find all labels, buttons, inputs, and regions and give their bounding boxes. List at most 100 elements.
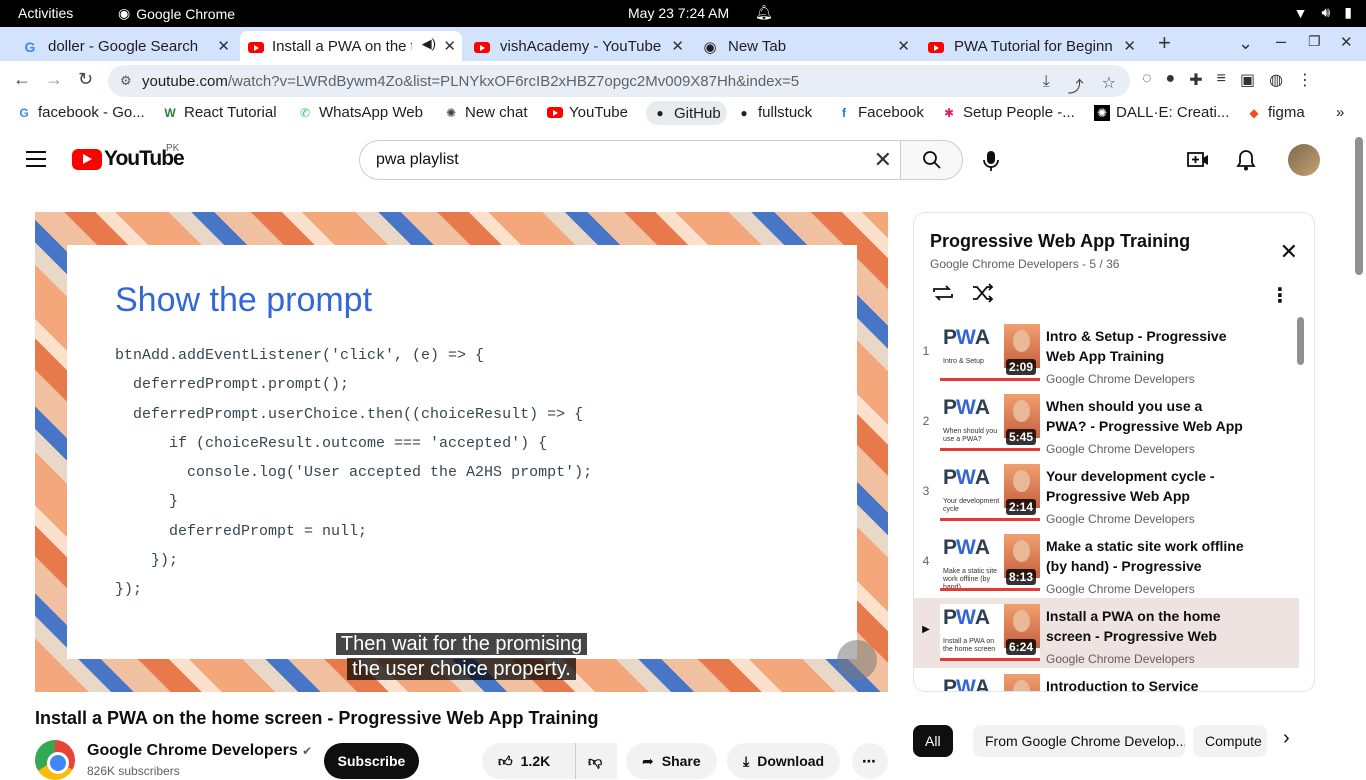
back-icon[interactable]: ← [13,69,31,90]
scrollbar-thumb[interactable] [1355,137,1363,275]
bookmark-label: fullstuck [758,104,813,121]
hamburger-menu-icon[interactable] [26,151,46,167]
bookmark-star-icon[interactable]: ☆ [1102,73,1116,97]
side-panel-icon[interactable]: ▣ [1240,70,1255,90]
bookmark-setup-people[interactable]: ✱ Setup People -... [941,104,1075,121]
item-channel: Google Chrome Developers [1046,652,1195,666]
item-title: Install a PWA on the home screen - Progr… [1046,608,1221,644]
loop-playlist-icon[interactable] [931,283,955,303]
tab-new-tab[interactable]: ◉ New Tab ✕ [702,31,916,61]
menu-icon[interactable]: ⋮ [1297,70,1313,90]
shuffle-icon[interactable] [971,283,995,303]
bookmark-new-chat[interactable]: ✺ New chat [443,104,528,121]
item-index: 4 [922,554,930,568]
filter-chips: All From Google Chrome Develop... Comput… [913,725,1313,757]
volume-icon: 🔊︎ [1321,4,1331,20]
clock[interactable]: May 23 7:24 AM [628,5,729,21]
bookmark-fullstuck[interactable]: ● fullstuck [736,104,812,121]
playlist-item[interactable]: 2 PWA When should you use a PWA? 5:45 When… [914,388,1299,458]
thumbnail-caption: Intro & Setup [943,358,984,365]
channel-avatar[interactable] [35,740,75,780]
playlist-more-icon[interactable]: ⋮ [1270,283,1290,308]
puzzle-extensions-icon[interactable]: ✚ [1189,70,1202,90]
close-playlist-icon[interactable]: ✕ [1280,239,1298,265]
chip-from-channel[interactable]: From Google Chrome Develop... [973,725,1185,757]
close-tab-icon[interactable]: ✕ [897,37,910,55]
tab-search-icon[interactable]: ⌄ [1238,33,1253,54]
item-index: 2 [922,414,930,428]
duration-badge: 5:45 [1005,429,1036,445]
address-bar[interactable]: ⚙ youtube.com/watch?v=LWRdBywm4Zo&list=P… [108,65,1130,97]
bookmark-whatsapp[interactable]: ✆ WhatsApp Web [297,104,423,121]
bookmark-react-tutorial[interactable]: W React Tutorial [162,104,276,121]
close-tab-icon[interactable]: ✕ [1123,37,1136,55]
code-line: btnAdd.addEventListener('click', (e) => … [115,347,485,364]
chip-computers[interactable]: Compute [1193,725,1267,757]
dislike-button[interactable]: 👎︎ [575,743,617,779]
tab-vishacademy[interactable]: vishAcademy - YouTube ✕ [474,31,690,61]
playlist-title[interactable]: Progressive Web App Training [930,231,1190,252]
bookmark-github[interactable]: ● GitHub [646,101,727,125]
bookmark-youtube[interactable]: YouTube [547,104,628,121]
subscribe-button[interactable]: Subscribe [324,743,419,779]
bookmark-figma[interactable]: ◆ figma [1246,104,1304,121]
search-button[interactable] [900,140,963,180]
create-video-icon[interactable] [1186,149,1210,171]
search-input[interactable]: pwa playlist ✕ [359,140,901,180]
more-bookmarks-icon[interactable]: » [1336,104,1344,121]
profile-icon[interactable]: ◍ [1269,70,1283,90]
playlist-item[interactable]: 4 PWA Make a static site work offline (by… [914,528,1299,598]
system-tray[interactable]: ▼ 🔊︎ ▮ [1294,4,1352,21]
audio-playing-icon[interactable]: ◀) [422,36,436,52]
app-menu[interactable]: ◉ Google Chrome [118,5,235,22]
extension-icon[interactable]: ● [1166,70,1176,90]
tab-title: Install a PWA on the t [272,37,412,55]
new-tab-icon[interactable]: + [1158,30,1171,56]
chip-all[interactable]: All [913,725,953,757]
bookmark-dalle[interactable]: ✺ DALL·E: Creati... [1094,104,1229,121]
channel-name[interactable]: Google Chrome Developers ✔ [87,742,312,760]
microphone-icon[interactable] [978,147,1004,173]
video-player[interactable]: Show the prompt btnAdd.addEventListener(… [35,212,888,692]
close-tab-icon[interactable]: ✕ [671,37,684,55]
playlist-item[interactable]: 3 PWA Your development cycle 2:14 Your dev… [914,458,1299,528]
share-icon[interactable]: ⤴ [1068,73,1084,97]
tab-install-pwa[interactable]: Install a PWA on the t ◀) ✕ [240,31,462,61]
install-app-icon[interactable]: ⤓ [1043,73,1050,97]
share-button[interactable]: ➦ Share [626,743,717,779]
download-button[interactable]: ⤓ Download [727,743,841,779]
caption-line: Then wait for the promising [335,633,588,655]
restore-icon[interactable]: ❐ [1308,33,1321,50]
clear-search-icon[interactable]: ✕ [874,147,892,173]
account-avatar[interactable] [1288,144,1320,176]
playlist-item[interactable]: 1 PWA Intro & Setup 2:09 Intro & Setup - P… [914,318,1299,388]
slide-title: Show the prompt [115,281,373,319]
playlist-item-current[interactable]: ▶ PWA Install a PWA on the home screen 6:2… [914,598,1299,668]
tab-pwa-tutorial[interactable]: PWA Tutorial for Beginn ✕ [928,31,1142,61]
video-caption: Then wait for the promising the user cho… [35,632,888,682]
page-scrollbar[interactable] [1352,127,1366,768]
notifications-bell-icon[interactable] [1236,149,1256,171]
bookmark-facebook[interactable]: f Facebook [836,104,924,121]
minimize-icon[interactable]: – [1276,31,1286,52]
more-actions-button[interactable]: ⋯ [852,743,888,779]
tab-google-search[interactable]: G doller - Google Search ✕ [22,31,236,61]
youtube-icon [474,39,490,55]
reload-icon[interactable]: ↻ [78,69,93,90]
close-tab-icon[interactable]: ✕ [217,37,230,55]
activities-button[interactable]: Activities [18,5,73,21]
site-info-icon[interactable]: ⚙ [120,73,132,89]
forward-icon[interactable]: → [45,69,63,90]
item-channel: Google Chrome Developers [1046,582,1195,596]
country-code: PK [166,143,180,154]
bookmark-label: YouTube [569,104,628,121]
playlist-item[interactable]: PWA Introduction to Service Worker [914,668,1299,691]
chevron-right-icon[interactable]: › [1283,727,1290,750]
youtube-logo[interactable]: YouTube PK [72,143,185,171]
reading-list-icon[interactable]: ≡ [1217,70,1226,90]
close-window-icon[interactable]: ✕ [1340,33,1353,51]
loading-extension-icon[interactable]: ◌ [1142,70,1152,90]
figma-icon: ◆ [1249,105,1259,120]
bookmark-facebook-go[interactable]: Gfacebook - Go... [16,104,144,121]
close-tab-icon[interactable]: ✕ [443,37,456,55]
